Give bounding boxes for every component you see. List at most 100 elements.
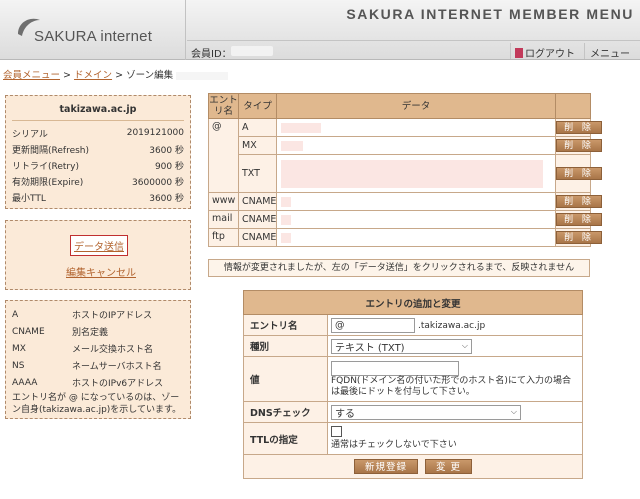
header-toolbar: 会員ID： ログアウト メニュー	[187, 40, 640, 60]
legend-desc: メール交換ホスト名	[72, 345, 154, 355]
delete-cell: 削 除	[555, 192, 602, 211]
chevron-down-icon: ⌵	[461, 341, 468, 350]
legend-type: NS	[12, 360, 25, 371]
entry-cell: ftp	[208, 228, 239, 247]
delete-cell: 削 除	[555, 118, 602, 137]
breadcrumb-member-menu[interactable]: 会員メニュー	[3, 70, 60, 81]
table-row: @ A 削 除	[208, 118, 602, 193]
delete-button[interactable]: 削 除	[556, 167, 602, 180]
dns-check-value: する	[335, 408, 355, 420]
logo-text: SAKURA internet	[34, 28, 153, 45]
delete-cell: 削 除	[555, 228, 602, 247]
ttl-label: TTLの指定	[243, 422, 328, 455]
legend-row: AAAA ホストのIPv6アドレス	[12, 374, 184, 391]
zone-row-label: 有効期限(Expire)	[12, 177, 84, 188]
logo[interactable]: SAKURA internet	[0, 0, 186, 60]
col-header-action	[555, 93, 591, 119]
type-cell: テキスト (TXT) ⌵	[326, 335, 584, 357]
breadcrumb-redacted	[176, 71, 229, 80]
form-title: エントリの追加と変更	[242, 290, 584, 315]
entry-cell: @	[208, 118, 239, 193]
chevron-down-icon: ⌵	[510, 407, 517, 416]
data-cell	[276, 192, 556, 211]
zone-row-label: 最小TTL	[12, 193, 46, 204]
type-cell: TXT	[238, 154, 277, 193]
member-id-value	[231, 46, 273, 56]
type-select-value: テキスト (TXT)	[335, 342, 405, 354]
table-row: MX 削 除	[209, 136, 602, 155]
breadcrumb-domain[interactable]: ドメイン	[74, 70, 112, 81]
ttl-cell: 通常はチェックしないで下さい	[326, 422, 584, 455]
register-button[interactable]: 新規登録	[353, 459, 418, 474]
site-header: SAKURA internet SAKURA INTERNET MEMBER M…	[0, 0, 640, 60]
zone-row-value: 3600 秒	[149, 193, 184, 204]
legend-desc: ホストのIPv6アドレス	[72, 379, 164, 389]
type-label: 種別	[243, 335, 328, 357]
zone-row: 更新間隔(Refresh) 3600 秒	[12, 141, 184, 157]
legend-row: NS ネームサーバホスト名	[12, 357, 184, 374]
entry-name-input[interactable]: @	[331, 317, 415, 333]
legend-type: A	[12, 309, 19, 320]
legend-type: CNAME	[12, 326, 45, 337]
type-cell: CNAME	[238, 210, 277, 229]
legend-desc: 別名定義	[72, 328, 109, 338]
action-panel: データ送信 編集キャンセル	[5, 220, 191, 290]
zone-row-value: 900 秒	[154, 161, 184, 172]
logout-button[interactable]: ログアウト	[510, 43, 581, 60]
legend-row: CNAME 別名定義	[12, 323, 184, 340]
zone-row: シリアル 2019121000	[12, 125, 184, 141]
delete-button[interactable]: 削 除	[556, 213, 602, 226]
value-label: 値	[243, 356, 328, 402]
record-type-legend: A ホストのIPアドレス CNAME 別名定義 MX メール交換ホスト名 NS ネームサ…	[5, 300, 191, 419]
type-select[interactable]: テキスト (TXT) ⌵	[331, 338, 472, 354]
entry-domain-suffix: .takizawa.ac.jp	[418, 320, 486, 331]
entry-name-label: エントリ名	[243, 314, 328, 336]
form-buttons: 新規登録 変 更	[242, 454, 584, 479]
redacted-data	[281, 122, 321, 133]
dns-check-cell: する ⌵	[326, 401, 584, 423]
zone-domain-title: takizawa.ac.jp	[12, 96, 184, 121]
zone-row-value: 3600000 秒	[132, 177, 184, 188]
breadcrumb-separator: >	[115, 70, 127, 81]
entry-cell: www	[208, 192, 239, 211]
data-cell	[276, 154, 556, 193]
logout-icon	[515, 48, 523, 58]
entry-form: エントリの追加と変更 エントリ名 @ .takizawa.ac.jp 種別 テキ…	[242, 290, 584, 479]
delete-button[interactable]: 削 除	[556, 139, 602, 152]
change-button[interactable]: 変 更	[425, 459, 473, 474]
send-data-button[interactable]: データ送信	[70, 235, 128, 256]
legend-type: AAAA	[12, 377, 38, 388]
legend-desc: ネームサーバホスト名	[72, 362, 162, 372]
menu-button[interactable]: メニュー	[584, 43, 630, 60]
value-cell: FQDN(ドメイン名の付いた形でのホスト名)にて入力の場合は最後にドットを付与し…	[326, 356, 584, 402]
type-cell: CNAME	[238, 192, 277, 211]
redacted-data	[281, 140, 303, 151]
zone-row-label: リトライ(Retry)	[12, 161, 79, 172]
table-row: www CNAME 削 除	[208, 192, 602, 211]
zone-info-panel: takizawa.ac.jp シリアル 2019121000 更新間隔(Refre…	[5, 95, 191, 209]
redacted-data	[281, 232, 291, 243]
breadcrumb: 会員メニュー > ドメイン > ゾーン編集	[3, 67, 229, 81]
menu-title: SAKURA INTERNET MEMBER MENU	[346, 6, 634, 22]
table-row: mail CNAME 削 除	[208, 210, 602, 229]
ttl-checkbox[interactable]	[331, 426, 342, 437]
legend-row: MX メール交換ホスト名	[12, 340, 184, 357]
type-cell: A	[238, 118, 277, 137]
logout-label: ログアウト	[525, 49, 575, 60]
ttl-hint: 通常はチェックしないで下さい	[331, 440, 457, 450]
zone-row: リトライ(Retry) 900 秒	[12, 157, 184, 173]
breadcrumb-separator: >	[63, 70, 75, 81]
cancel-edit-link[interactable]: 編集キャンセル	[66, 264, 136, 279]
col-header-type: タイプ	[238, 93, 277, 119]
value-input[interactable]	[331, 360, 459, 376]
legend-type: MX	[12, 343, 26, 354]
table-row: ftp CNAME 削 除	[208, 228, 602, 247]
delete-button[interactable]: 削 除	[556, 231, 602, 244]
delete-button[interactable]: 削 除	[556, 121, 602, 134]
dns-records-table: エントリ名 タイプ データ @ A 削 除 MX 削 除 TXT 削 除 www…	[208, 93, 602, 247]
dns-check-select[interactable]: する ⌵	[331, 404, 521, 420]
value-hint: FQDN(ドメイン名の付いた形でのホスト名)にて入力の場合は最後にドットを付与し…	[331, 375, 571, 397]
delete-button[interactable]: 削 除	[556, 195, 602, 208]
breadcrumb-current: ゾーン編集	[126, 70, 174, 81]
type-cell: CNAME	[238, 228, 277, 247]
